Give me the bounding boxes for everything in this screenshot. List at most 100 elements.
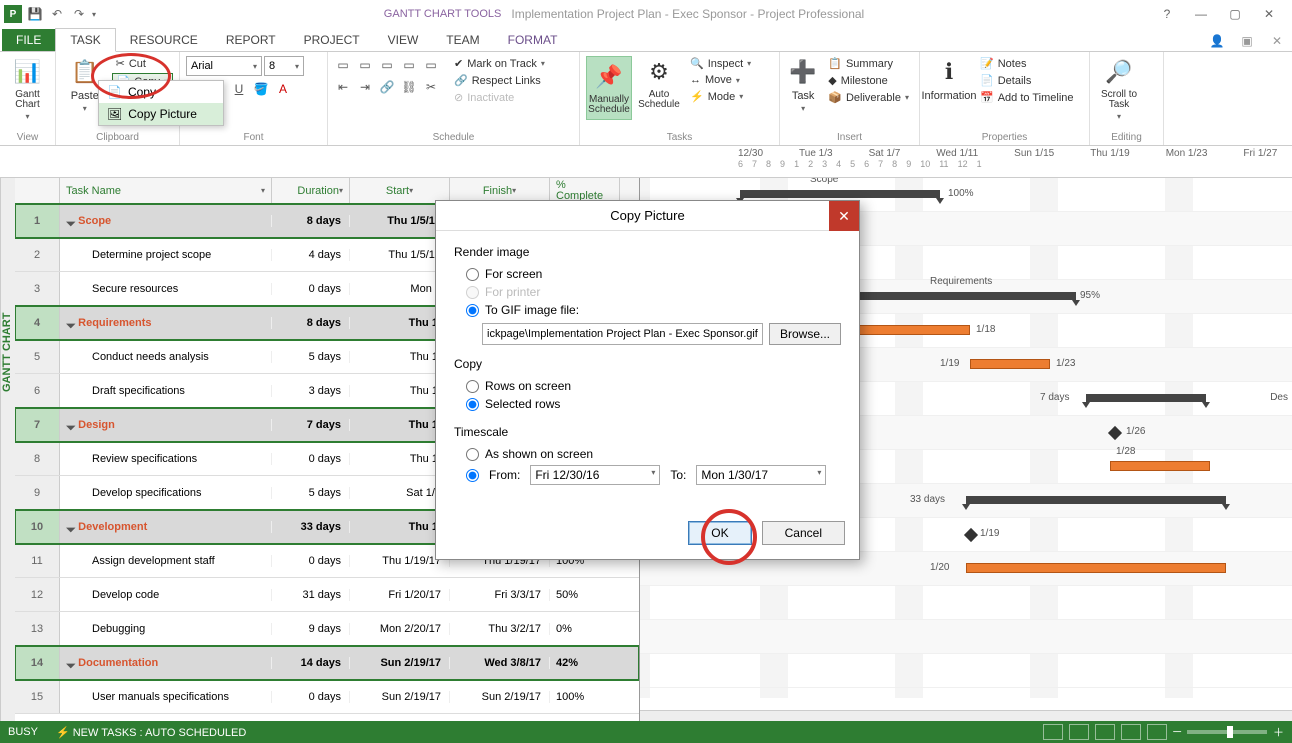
user-icon[interactable]: 👤 (1202, 31, 1232, 51)
task-name-cell[interactable]: Documentation (60, 657, 272, 669)
fill-color-icon[interactable]: 🪣 (252, 80, 270, 98)
row-id[interactable]: 2 (15, 238, 60, 271)
project-tab[interactable]: PROJECT (290, 29, 374, 51)
link-icon[interactable]: 🔗 (378, 78, 396, 96)
unlink-icon[interactable]: ⛓ (400, 78, 418, 96)
pct0-icon[interactable]: ▭ (334, 56, 352, 74)
task-name-cell[interactable]: Development (60, 521, 272, 533)
view-shortcut-5[interactable] (1147, 724, 1167, 740)
move-button[interactable]: ↔ Move ▾ (686, 73, 755, 87)
table-row[interactable]: 12Develop code31 daysFri 1/20/17Fri 3/3/… (15, 578, 639, 612)
zoom-in-icon[interactable]: ＋ (1273, 724, 1284, 740)
inspect-button[interactable]: 🔍 Inspect ▾ (686, 56, 755, 71)
dialog-close-button[interactable]: ✕ (829, 201, 859, 231)
start-cell[interactable]: Sun 2/19/17 (350, 691, 450, 703)
view-shortcut-1[interactable] (1043, 724, 1063, 740)
save-icon[interactable]: 💾 (26, 5, 44, 23)
duration-cell[interactable]: 3 days (272, 385, 350, 397)
duration-cell[interactable]: 0 days (272, 555, 350, 567)
view-shortcut-4[interactable] (1121, 724, 1141, 740)
information-button[interactable]: ℹInformation (926, 56, 972, 102)
mark-on-track-button[interactable]: ✔ Mark on Track ▾ (450, 56, 549, 71)
to-date-combo[interactable]: Mon 1/30/17▾ (696, 465, 826, 485)
table-row[interactable]: 14Documentation14 daysSun 2/19/17Wed 3/8… (15, 646, 639, 680)
pct-cell[interactable]: 50% (550, 589, 620, 601)
pct25-icon[interactable]: ▭ (356, 56, 374, 74)
milestone-button[interactable]: ◆ Milestone (824, 73, 913, 88)
resource-tab[interactable]: RESOURCE (116, 29, 212, 51)
duration-cell[interactable]: 9 days (272, 623, 350, 635)
minimize-icon[interactable]: — (1186, 4, 1216, 24)
report-tab[interactable]: REPORT (212, 29, 290, 51)
team-tab[interactable]: TEAM (432, 29, 493, 51)
format-tab[interactable]: FORMAT (494, 29, 572, 51)
task-name-cell[interactable]: Develop specifications (60, 487, 272, 499)
auto-schedule-button[interactable]: ⚙Auto Schedule (636, 56, 682, 110)
table-row[interactable]: 15User manuals specifications0 daysSun 2… (15, 680, 639, 714)
as-shown-radio[interactable]: As shown on screen (454, 445, 841, 463)
from-radio[interactable] (466, 469, 479, 482)
finish-cell[interactable]: Thu 3/2/17 (450, 623, 550, 635)
row-id[interactable]: 11 (15, 544, 60, 577)
selected-rows-radio[interactable]: Selected rows (454, 395, 841, 413)
mode-button[interactable]: ⚡ Mode ▾ (686, 89, 755, 104)
gantt-chart-button[interactable]: 📊Gantt Chart▾ (6, 56, 49, 121)
underline-icon[interactable]: U (230, 80, 248, 98)
details-button[interactable]: 📄 Details (976, 73, 1078, 88)
duration-cell[interactable]: 7 days (272, 419, 350, 431)
close-project-icon[interactable]: ✕ (1262, 31, 1292, 51)
finish-cell[interactable]: Sun 2/19/17 (450, 691, 550, 703)
file-tab[interactable]: FILE (2, 29, 55, 51)
manually-schedule-button[interactable]: 📌Manually Schedule (586, 56, 632, 120)
table-row[interactable]: 13Debugging9 daysMon 2/20/17Thu 3/2/170% (15, 612, 639, 646)
zoom-out-icon[interactable]: ─ (1173, 726, 1181, 738)
for-printer-radio[interactable]: For printer (454, 283, 841, 301)
scroll-to-task-button[interactable]: 🔎Scroll to Task▾ (1096, 56, 1142, 121)
row-id[interactable]: 14 (15, 646, 60, 679)
task-name-cell[interactable]: Conduct needs analysis (60, 351, 272, 363)
pct-cell[interactable]: 42% (550, 657, 620, 669)
task-name-cell[interactable]: Determine project scope (60, 249, 272, 261)
close-window-icon[interactable]: ✕ (1254, 4, 1284, 24)
gif-path-input[interactable] (482, 323, 763, 345)
notes-button[interactable]: 📝 Notes (976, 56, 1078, 71)
row-id[interactable]: 1 (15, 204, 60, 237)
finish-cell[interactable]: Fri 3/3/17 (450, 589, 550, 601)
duration-cell[interactable]: 31 days (272, 589, 350, 601)
duration-cell[interactable]: 8 days (272, 317, 350, 329)
task-name-cell[interactable]: Debugging (60, 623, 272, 635)
task-name-cell[interactable]: Draft specifications (60, 385, 272, 397)
inactivate-button[interactable]: ⊘ Inactivate (450, 90, 549, 105)
pct100-icon[interactable]: ▭ (422, 56, 440, 74)
row-id[interactable]: 15 (15, 680, 60, 713)
duration-cell[interactable]: 0 days (272, 453, 350, 465)
split-icon[interactable]: ✂ (422, 78, 440, 96)
duration-cell[interactable]: 8 days (272, 215, 350, 227)
browse-button[interactable]: Browse... (769, 323, 841, 345)
start-cell[interactable]: Fri 1/20/17 (350, 589, 450, 601)
rows-on-screen-radio[interactable]: Rows on screen (454, 377, 841, 395)
font-name-combo[interactable]: Arial▾ (186, 56, 262, 76)
duration-cell[interactable]: 5 days (272, 487, 350, 499)
task-name-cell[interactable]: Develop code (60, 589, 272, 601)
task-name-cell[interactable]: Requirements (60, 317, 272, 329)
col-duration[interactable]: Duration▾ (272, 178, 350, 203)
duration-cell[interactable]: 4 days (272, 249, 350, 261)
row-id[interactable]: 4 (15, 306, 60, 339)
from-date-combo[interactable]: Fri 12/30/16▾ (530, 465, 660, 485)
row-id[interactable]: 5 (15, 340, 60, 373)
pct-cell[interactable]: 100% (550, 691, 620, 703)
row-id[interactable]: 3 (15, 272, 60, 305)
maximize-icon[interactable]: ▢ (1220, 4, 1250, 24)
pct50-icon[interactable]: ▭ (378, 56, 396, 74)
redo-icon[interactable]: ↷ (70, 5, 88, 23)
respect-links-button[interactable]: 🔗 Respect Links (450, 73, 549, 88)
task-name-cell[interactable]: Secure resources (60, 283, 272, 295)
ok-button[interactable]: OK (688, 521, 751, 545)
pct-cell[interactable]: 0% (550, 623, 620, 635)
task-name-cell[interactable]: Review specifications (60, 453, 272, 465)
duration-cell[interactable]: 0 days (272, 283, 350, 295)
duration-cell[interactable]: 33 days (272, 521, 350, 533)
copy-picture-menu-item[interactable]: 🖼 Copy Picture (99, 103, 223, 125)
task-name-cell[interactable]: Design (60, 419, 272, 431)
